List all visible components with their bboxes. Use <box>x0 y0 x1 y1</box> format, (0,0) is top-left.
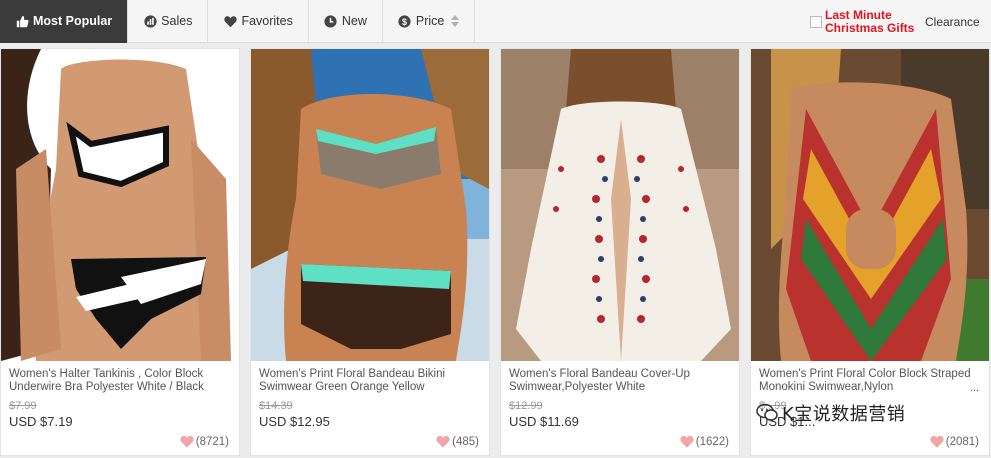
wechat-icon <box>756 403 778 421</box>
tab-price[interactable]: $ Price <box>383 0 476 43</box>
tab-price-label: Price <box>415 14 445 28</box>
watermark-text: K宝说数据营销 <box>782 404 906 425</box>
promo-line-2: Christmas Gifts <box>825 21 915 35</box>
sale-price: USD $12.95 <box>259 414 330 429</box>
tab-favorites[interactable]: Favorites <box>208 0 309 43</box>
sale-price: USD $7.19 <box>9 414 73 429</box>
heart-icon <box>680 435 694 448</box>
product-title[interactable]: Women's Print Floral Bandeau Bikini Swim… <box>259 368 481 395</box>
more-ellipsis: ... <box>969 382 979 394</box>
heart-icon <box>180 435 194 448</box>
promo-line-1: Last Minute <box>825 8 892 22</box>
like-count-value: (485) <box>452 435 479 448</box>
original-price: $7.99 <box>9 400 37 412</box>
product-image[interactable] <box>1 49 239 361</box>
clearance-link[interactable]: Clearance <box>925 15 980 29</box>
tab-most-popular[interactable]: Most Popular <box>0 0 129 43</box>
heart-icon <box>930 435 944 448</box>
like-count[interactable]: (1622) <box>680 435 729 448</box>
product-image[interactable] <box>751 49 989 361</box>
bar-chart-icon <box>143 14 157 28</box>
sale-price: USD $11.69 <box>509 414 579 429</box>
svg-text:$: $ <box>402 16 407 26</box>
tab-sales-label: Sales <box>161 14 193 28</box>
original-price: $14.39 <box>259 400 293 412</box>
tab-most-popular-label: Most Popular <box>33 14 113 28</box>
watermark: K宝说数据营销 <box>756 398 991 428</box>
product-title[interactable]: Women's Print Floral Color Block Straped… <box>759 368 981 395</box>
tab-new-label: New <box>341 14 367 28</box>
product-title[interactable]: Women's Floral Bandeau Cover-Up Swimwear… <box>509 368 731 395</box>
christmas-gifts-checkbox[interactable] <box>810 16 822 28</box>
heart-icon <box>223 14 237 28</box>
like-count-value: (2081) <box>945 435 979 448</box>
product-image[interactable] <box>251 49 489 361</box>
product-title[interactable]: Women's Halter Tankinis , Color Block Un… <box>9 368 231 395</box>
original-price: $12.99 <box>509 400 543 412</box>
product-card[interactable]: Women's Halter Tankinis , Color Block Un… <box>0 48 240 456</box>
heart-icon <box>436 435 450 448</box>
like-count[interactable]: (8721) <box>180 435 229 448</box>
tab-new[interactable]: New <box>309 0 383 43</box>
christmas-gifts-filter[interactable]: Last Minute Christmas Gifts <box>810 9 914 35</box>
sort-arrows-icon <box>451 15 460 27</box>
dollar-icon: $ <box>398 14 412 28</box>
tab-sales[interactable]: Sales <box>128 0 209 43</box>
product-card[interactable]: Women's Print Floral Color Block Straped… <box>750 48 990 456</box>
like-count-value: (8721) <box>195 435 229 448</box>
thumbs-up-icon <box>15 14 29 28</box>
product-card[interactable]: Women's Floral Bandeau Cover-Up Swimwear… <box>500 48 740 456</box>
like-count[interactable]: (2081) <box>930 435 979 448</box>
product-card[interactable]: Women's Print Floral Bandeau Bikini Swim… <box>250 48 490 456</box>
like-count[interactable]: (485) <box>436 435 479 448</box>
like-count-value: (1622) <box>695 435 729 448</box>
tab-favorites-label: Favorites <box>241 14 293 28</box>
clock-icon <box>324 14 338 28</box>
product-image[interactable] <box>501 49 739 361</box>
